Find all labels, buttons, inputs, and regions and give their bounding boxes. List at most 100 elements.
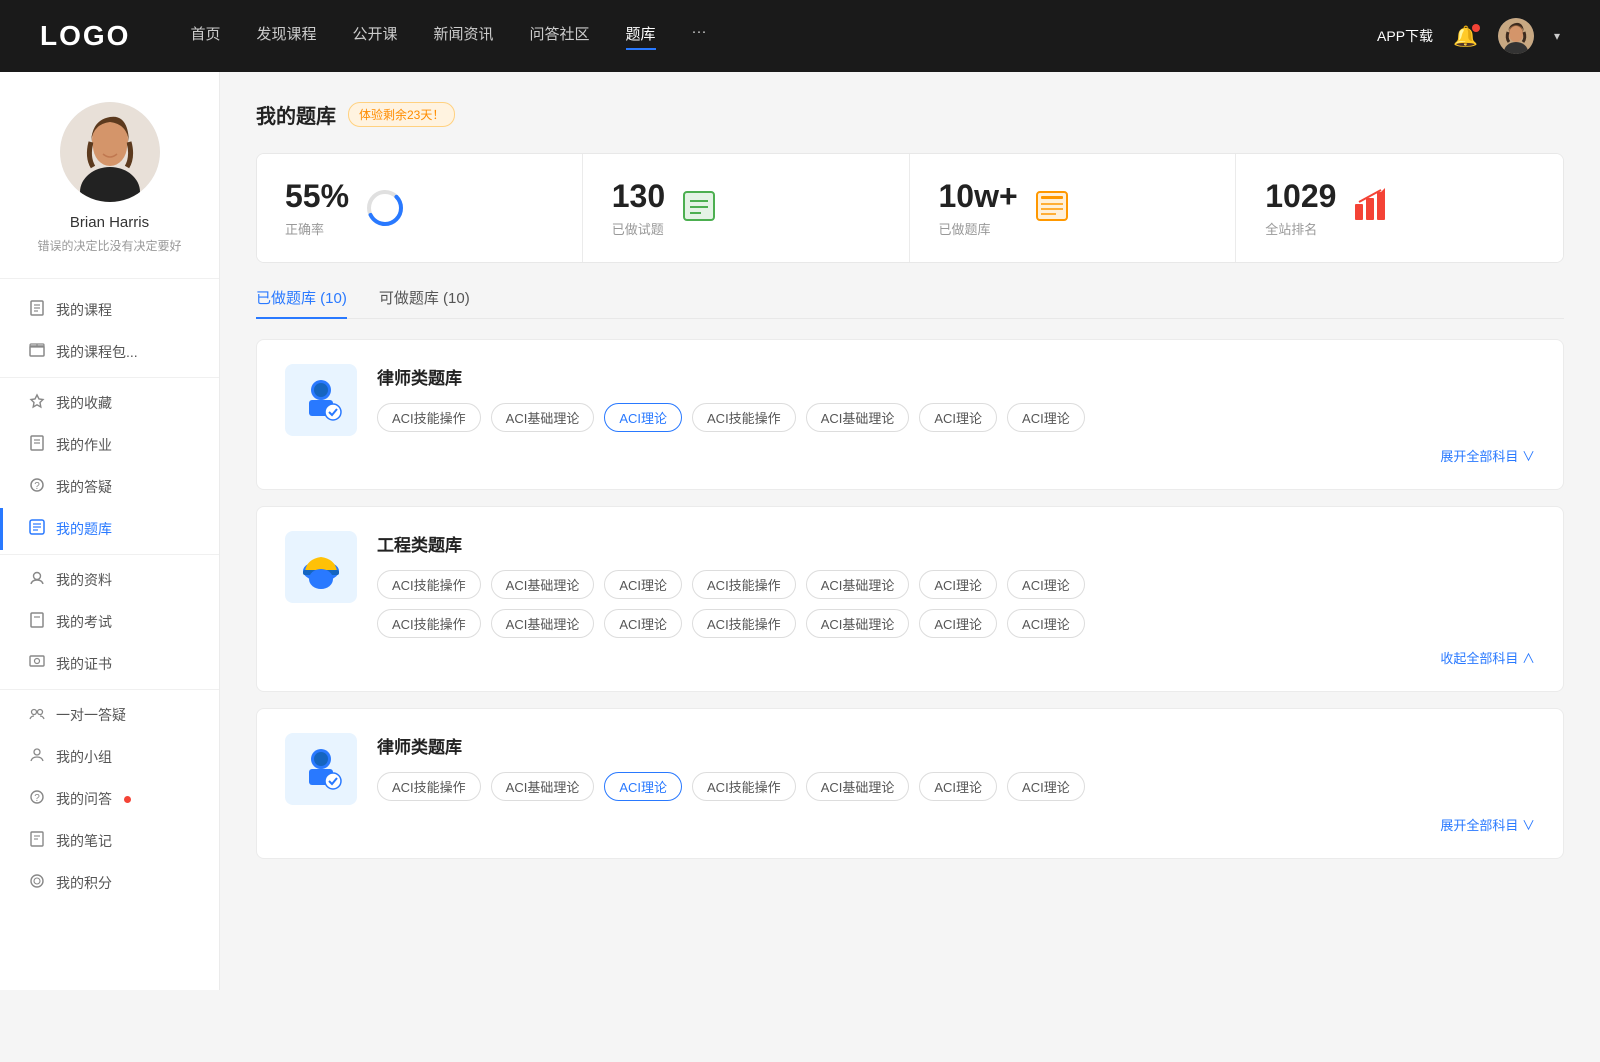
sidebar-separator-2 — [0, 554, 219, 555]
tag-2r2-5[interactable]: ACI理论 — [919, 609, 997, 638]
stat-rank-info: 1029 全站排名 — [1265, 178, 1336, 238]
qbank-expand-1[interactable]: 展开全部科目 ∨ — [285, 446, 1535, 465]
sidebar-item-qbank[interactable]: 我的题库 — [0, 508, 219, 550]
qbank-lawyer-icon-wrap — [285, 364, 357, 436]
sidebar-item-label: 我的收藏 — [56, 393, 112, 413]
nav-link-discover[interactable]: 发现课程 — [256, 23, 316, 50]
questions-badge — [124, 796, 131, 803]
sidebar-item-favorites[interactable]: 我的收藏 — [0, 382, 219, 424]
sidebar-item-one-on-one[interactable]: 一对一答疑 — [0, 694, 219, 736]
tag-3-6[interactable]: ACI理论 — [1007, 772, 1085, 801]
sidebar-item-points[interactable]: 我的积分 — [0, 862, 219, 904]
nav-link-news[interactable]: 新闻资讯 — [434, 23, 494, 50]
navbar: LOGO 首页 发现课程 公开课 新闻资讯 问答社区 题库 ··· APP下载 … — [0, 0, 1600, 72]
stat-done-qbanks-value: 10w+ — [939, 178, 1018, 215]
tag-2r2-3[interactable]: ACI技能操作 — [692, 609, 796, 638]
tag-1-2[interactable]: ACI理论 — [604, 403, 682, 432]
course-package-icon — [28, 342, 46, 362]
tag-2r2-6[interactable]: ACI理论 — [1007, 609, 1085, 638]
tag-3-0[interactable]: ACI技能操作 — [377, 772, 481, 801]
tag-1-0[interactable]: ACI技能操作 — [377, 403, 481, 432]
sidebar-item-label: 我的积分 — [56, 873, 112, 893]
tag-3-4[interactable]: ACI基础理论 — [806, 772, 910, 801]
tag-2r2-4[interactable]: ACI基础理论 — [806, 609, 910, 638]
qbank-card-header-2: 工程类题库 ACI技能操作 ACI基础理论 ACI理论 ACI技能操作 ACI基… — [285, 531, 1535, 638]
user-avatar[interactable] — [1498, 18, 1534, 54]
notes-icon — [28, 831, 46, 851]
tag-2-6[interactable]: ACI理论 — [1007, 570, 1085, 599]
stat-accuracy-info: 55% 正确率 — [285, 178, 349, 238]
nav-link-qa[interactable]: 问答社区 — [530, 23, 590, 50]
main-content: 我的题库 体验剩余23天！ 55% 正确率 — [220, 72, 1600, 990]
sidebar-item-label: 我的小组 — [56, 747, 112, 767]
tag-3-3[interactable]: ACI技能操作 — [692, 772, 796, 801]
tag-3-2[interactable]: ACI理论 — [604, 772, 682, 801]
tag-1-5[interactable]: ACI理论 — [919, 403, 997, 432]
stat-done-qbanks-info: 10w+ 已做题库 — [939, 178, 1018, 238]
tag-2-1[interactable]: ACI基础理论 — [491, 570, 595, 599]
stat-rank-label: 全站排名 — [1265, 219, 1336, 238]
qbank-tags-row1: ACI技能操作 ACI基础理论 ACI理论 ACI技能操作 ACI基础理论 AC… — [377, 570, 1535, 599]
sidebar-item-label: 我的答疑 — [56, 477, 112, 497]
rank-icon — [1352, 188, 1392, 228]
page-layout: Brian Harris 错误的决定比没有决定要好 我的课程 我的课程包... — [0, 72, 1600, 990]
stat-done-questions-info: 130 已做试题 — [612, 178, 665, 238]
tag-2-5[interactable]: ACI理论 — [919, 570, 997, 599]
profile-icon — [28, 570, 46, 590]
sidebar-item-my-course[interactable]: 我的课程 — [0, 289, 219, 331]
sidebar-item-notes[interactable]: 我的笔记 — [0, 820, 219, 862]
tab-done-qbanks[interactable]: 已做题库 (10) — [256, 287, 347, 318]
nav-links: 首页 发现课程 公开课 新闻资讯 问答社区 题库 ··· — [190, 23, 1377, 50]
qbank-expand-3[interactable]: 展开全部科目 ∨ — [285, 815, 1535, 834]
qbank-tags-1: ACI技能操作 ACI基础理论 ACI理论 ACI技能操作 ACI基础理论 AC… — [377, 403, 1535, 432]
stat-done-qbanks-label: 已做题库 — [939, 219, 1018, 238]
sidebar: Brian Harris 错误的决定比没有决定要好 我的课程 我的课程包... — [0, 72, 220, 990]
tag-2r2-1[interactable]: ACI基础理论 — [491, 609, 595, 638]
sidebar-item-profile[interactable]: 我的资料 — [0, 559, 219, 601]
sidebar-item-label: 一对一答疑 — [56, 705, 126, 725]
sidebar-item-my-questions[interactable]: ? 我的问答 — [0, 778, 219, 820]
sidebar-item-homework[interactable]: 我的作业 — [0, 424, 219, 466]
tag-1-6[interactable]: ACI理论 — [1007, 403, 1085, 432]
tag-2r2-0[interactable]: ACI技能操作 — [377, 609, 481, 638]
stat-rank-value: 1029 — [1265, 178, 1336, 215]
app-download-button[interactable]: APP下载 — [1377, 26, 1433, 46]
sidebar-item-label: 我的作业 — [56, 435, 112, 455]
sidebar-item-exam[interactable]: 我的考试 — [0, 601, 219, 643]
homework-icon — [28, 435, 46, 455]
tab-available-qbanks[interactable]: 可做题库 (10) — [379, 287, 470, 318]
done-qbanks-icon — [1034, 188, 1074, 228]
tag-1-4[interactable]: ACI基础理论 — [806, 403, 910, 432]
stat-done-questions-value: 130 — [612, 178, 665, 215]
tag-2r2-2[interactable]: ACI理论 — [604, 609, 682, 638]
notification-bell[interactable]: 🔔 — [1453, 24, 1478, 49]
nav-link-more[interactable]: ··· — [692, 23, 707, 50]
nav-link-qbank[interactable]: 题库 — [626, 23, 656, 50]
tabs-bar: 已做题库 (10) 可做题库 (10) — [256, 287, 1564, 319]
sidebar-item-label: 我的课程包... — [56, 342, 138, 362]
tag-2-2[interactable]: ACI理论 — [604, 570, 682, 599]
qbank-card-lawyer-1: 律师类题库 ACI技能操作 ACI基础理论 ACI理论 ACI技能操作 ACI基… — [256, 339, 1564, 490]
sidebar-item-label: 我的笔记 — [56, 831, 112, 851]
tag-3-1[interactable]: ACI基础理论 — [491, 772, 595, 801]
sidebar-item-course-package[interactable]: 我的课程包... — [0, 331, 219, 373]
accuracy-chart-icon — [365, 188, 405, 228]
sidebar-menu: 我的课程 我的课程包... 我的收藏 我的作业 — [0, 289, 219, 904]
sidebar-item-certificate[interactable]: 我的证书 — [0, 643, 219, 685]
tag-1-3[interactable]: ACI技能操作 — [692, 403, 796, 432]
qbank-collapse-2[interactable]: 收起全部科目 ∧ — [285, 648, 1535, 667]
stat-accuracy: 55% 正确率 — [257, 154, 583, 262]
favorites-icon — [28, 393, 46, 413]
tag-2-0[interactable]: ACI技能操作 — [377, 570, 481, 599]
sidebar-item-my-qa[interactable]: ? 我的答疑 — [0, 466, 219, 508]
tag-2-4[interactable]: ACI基础理论 — [806, 570, 910, 599]
nav-link-home[interactable]: 首页 — [190, 23, 220, 50]
sidebar-item-group[interactable]: 我的小组 — [0, 736, 219, 778]
qbank-icon — [28, 519, 46, 539]
tag-3-5[interactable]: ACI理论 — [919, 772, 997, 801]
sidebar-item-label: 我的题库 — [56, 519, 112, 539]
user-dropdown-chevron[interactable]: ▾ — [1554, 29, 1560, 43]
tag-1-1[interactable]: ACI基础理论 — [491, 403, 595, 432]
nav-link-opencourse[interactable]: 公开课 — [352, 23, 397, 50]
tag-2-3[interactable]: ACI技能操作 — [692, 570, 796, 599]
